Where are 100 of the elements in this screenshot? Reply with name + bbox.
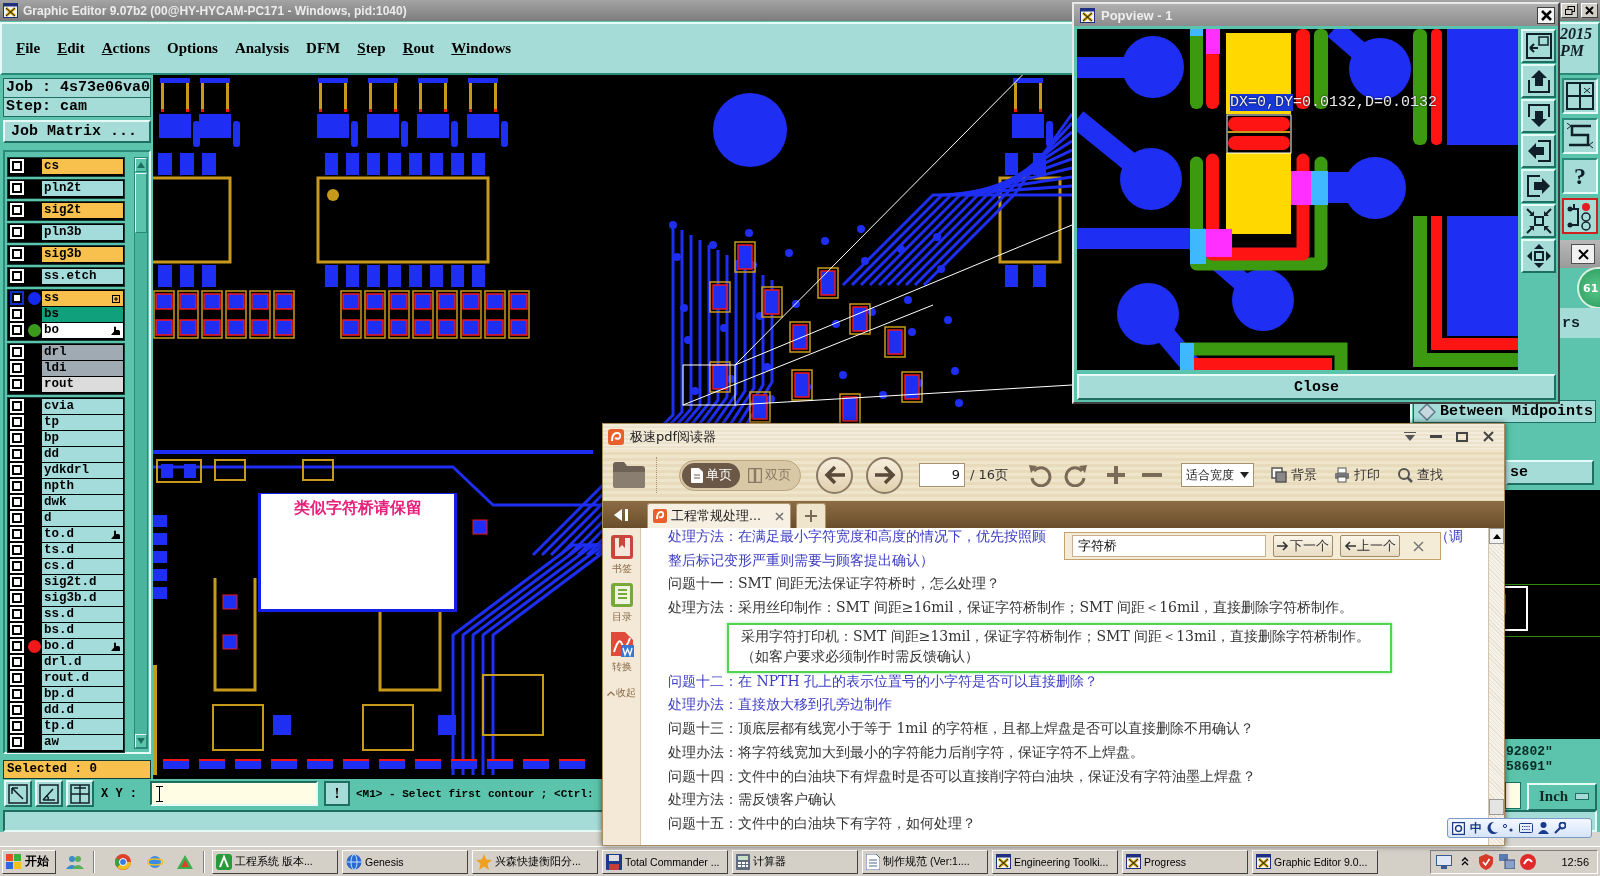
scroll-thumb[interactable] [1489,799,1504,815]
fit-mode-dropdown[interactable]: 适合宽度 [1181,463,1255,487]
tool-button[interactable] [1562,78,1598,114]
toolbar-button[interactable]: 查找 [1397,466,1444,484]
sidebar-button[interactable]: 书签 [609,534,634,576]
search-field[interactable]: 字符桥 [1072,535,1266,557]
layer-name[interactable]: bs.d [42,623,123,638]
menu-item[interactable]: DFM [306,40,341,57]
layer-name[interactable]: aw [42,735,123,750]
layer-name[interactable]: cvia [42,399,123,414]
menu-item[interactable]: Step [357,40,386,57]
help-button[interactable]: ? [1562,158,1598,194]
layer-name[interactable]: rout.d [42,671,123,686]
layer-name[interactable]: bp.d [42,687,123,702]
menu-item[interactable]: Edit [57,40,85,57]
layer-name[interactable]: ss.d [42,607,123,622]
scroll-down-button[interactable] [135,734,147,748]
layer-name[interactable]: dd [42,447,123,462]
layer-name[interactable]: sig3b.d [42,591,123,606]
taskbar-button[interactable]: Genesis [342,849,468,874]
confirm-button[interactable]: ! [324,781,350,806]
layer-name[interactable]: ydkdrl [42,463,123,478]
layer-name[interactable]: sig2t [42,203,123,218]
layer-name[interactable]: sig2t.d [42,575,123,590]
layer-name[interactable]: bo.d [42,639,123,654]
layer-name[interactable]: to.d [42,527,123,542]
tool-button[interactable] [1562,198,1598,234]
view-mode-button[interactable]: 单页 [682,462,740,488]
collapse-link[interactable]: 收起 [607,686,636,700]
zoom-out-button[interactable] [1142,473,1163,477]
taskbar-button[interactable]: Engineering Toolki... [992,849,1118,874]
menu-item[interactable]: Analysis [234,40,290,57]
close-button[interactable]: Close [1077,374,1556,400]
zoom-in-button[interactable] [1106,465,1127,485]
menu-item[interactable]: Options [167,40,218,57]
arrows-inward-icon [1525,208,1552,234]
triangle-up-icon [1492,533,1501,539]
layer-name[interactable]: ss.etch [42,269,123,284]
two-page-icon [747,467,762,483]
menu-item[interactable]: Rout [402,40,435,57]
text-line: 处理方法：在满足最小字符宽度和高度的情况下，优先按照顾 [668,528,1046,546]
layer-name[interactable]: pln2t [42,181,123,196]
page-number-field[interactable]: 9 [919,463,965,487]
open-button[interactable] [611,460,647,490]
restore-button[interactable] [1561,3,1578,18]
taskbar-button[interactable]: 工程系统 版本... [212,849,338,874]
layer-name[interactable]: dd.d [42,703,123,718]
layer-name[interactable]: dwk [42,495,123,510]
layer-name[interactable]: drl [42,345,123,360]
taskbar-button[interactable]: 制作规范 (Ver:1.... [862,849,988,874]
menu-item[interactable]: Windows [451,40,512,57]
sidebar-button[interactable]: 转换 [608,630,635,674]
new-tab-button[interactable] [796,503,826,528]
input-mode-button[interactable]: 中 [1470,819,1482,837]
layer-name[interactable]: bo [42,323,123,338]
tray-button[interactable] [1436,853,1453,870]
layer-name[interactable]: drl.d [42,655,123,670]
menu-item[interactable]: File [16,40,41,57]
layer-name[interactable]: d [42,511,123,526]
layer-name[interactable]: pln3b [42,225,123,240]
find-next-button[interactable]: 下一个 [1273,535,1333,557]
job-matrix-button[interactable]: Job Matrix ... [3,120,151,143]
layer-name[interactable]: npth [42,479,123,494]
layer-name[interactable]: bs [42,307,123,322]
input-field[interactable] [1505,782,1521,809]
layer-name[interactable]: tp.d [42,719,123,734]
dialog-button[interactable]: se [1506,460,1594,485]
taskbar-button[interactable]: Total Commander ... [602,849,728,874]
taskbar-button[interactable]: 兴森快捷衡阳分... [472,849,598,874]
taskbar-button[interactable]: 计算器 [732,849,858,874]
document-tab[interactable]: 工程常规处理... [647,503,791,528]
dots-icon [1503,824,1514,832]
tool-button[interactable] [1562,118,1598,154]
sidebar-button[interactable]: 目录 [609,582,634,624]
scroll-up-button[interactable] [1489,528,1504,544]
layer-name[interactable]: cs [42,159,123,174]
find-previous-button[interactable]: 上一个 [1340,535,1400,557]
layer-name[interactable]: ts.d [42,543,123,558]
menu-item[interactable]: Actions [101,40,151,57]
forward-button[interactable] [866,456,903,494]
unit-button[interactable]: Inch [1527,782,1597,811]
x-logo-icon [1080,7,1095,23]
rotate-right-button[interactable] [1064,463,1089,487]
toolbar-button[interactable]: 打印 [1334,466,1381,484]
layer-name[interactable]: sig3b [42,247,123,262]
taskbar-button[interactable]: Progress [1122,849,1248,874]
rotate-left-button[interactable] [1028,463,1053,487]
toolbar-button[interactable]: 背景 [1271,466,1318,484]
layer-name[interactable]: tp [42,415,123,430]
taskbar-button[interactable]: Graphic Editor 9.0... [1252,849,1378,874]
close-button[interactable] [1571,244,1595,264]
layer-name[interactable]: bp [42,431,123,446]
xy-input-field[interactable] [150,781,318,806]
layer-name[interactable]: ss [42,291,123,306]
layer-name[interactable]: cs.d [42,559,123,574]
back-button[interactable] [816,456,853,494]
layer-name[interactable]: rout [42,377,123,392]
layer-name[interactable]: ldi [42,361,123,376]
close-button[interactable] [1537,6,1555,24]
start-button[interactable]: 开始 [2,849,56,874]
